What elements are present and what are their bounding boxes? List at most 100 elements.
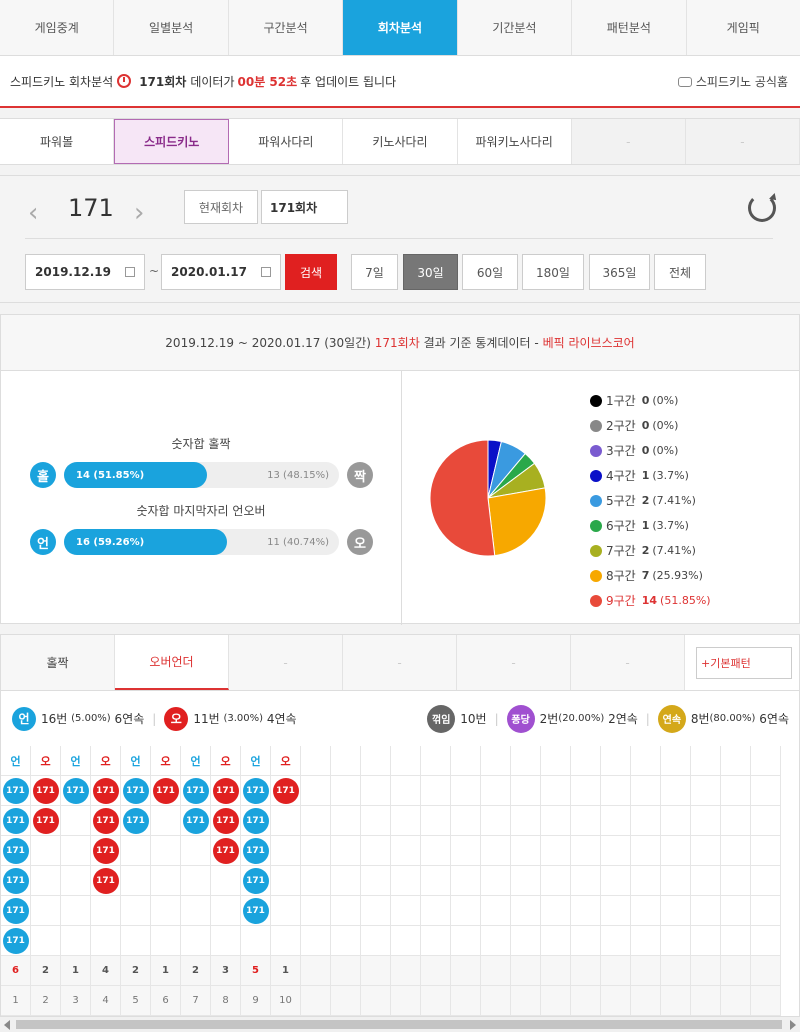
top-nav: 게임중계 일별분석 구간분석 회차분석 기간분석 패턴분석 게임픽 <box>0 0 800 56</box>
grid-cell <box>451 896 481 926</box>
grid-cell: 4 <box>91 986 121 1016</box>
period-button-5[interactable]: 365일 <box>589 254 650 290</box>
grid-cell <box>61 866 91 896</box>
pattern-tabs: 홀짝 오버언더 - - - - <box>1 635 799 691</box>
game-tab-6[interactable]: - <box>571 119 686 164</box>
basic-pattern-button[interactable]: +기본패턴 <box>696 647 792 679</box>
calendar-icon <box>260 267 271 277</box>
legend-value: 14 <box>641 594 658 607</box>
period-button-4[interactable]: 180일 <box>522 254 584 290</box>
info-round: 171회차 <box>139 74 187 89</box>
tab-5[interactable]: 기간분석 <box>457 0 573 55</box>
grid-cell <box>661 956 691 986</box>
grid-cell <box>301 836 331 866</box>
period-button-3[interactable]: 60일 <box>462 254 518 290</box>
grid-cell <box>421 986 451 1016</box>
pong-summary-count: 2번 <box>539 712 559 726</box>
grid-cell: 171 <box>1 806 31 836</box>
scrollbar-thumb[interactable] <box>16 1020 782 1029</box>
date-from-input[interactable]: 2019.12.19 <box>25 254 145 290</box>
game-tab-1[interactable]: 파워볼 <box>0 119 115 164</box>
tab-4[interactable]: 회차분석 <box>343 0 458 55</box>
tab-1[interactable]: 게임중계 <box>0 0 115 55</box>
grid-cell <box>391 836 421 866</box>
search-button[interactable]: 검색 <box>285 254 337 290</box>
tab-2[interactable]: 일별분석 <box>114 0 229 55</box>
info-mid: 데이터가 <box>190 74 235 89</box>
next-round-button[interactable]: › <box>134 198 144 228</box>
prev-round-button[interactable]: ‹ <box>28 198 38 228</box>
grid-cell: 171 <box>91 836 121 866</box>
grid-cell <box>301 956 331 986</box>
column-header: 오 <box>100 754 111 768</box>
stats-source-link[interactable]: 베픽 라이브스코어 <box>543 334 635 351</box>
legend-value: 2 <box>641 544 650 557</box>
grid-cell <box>151 806 181 836</box>
official-home-link[interactable]: 스피드키노 공식홈 <box>677 73 788 90</box>
tab-6[interactable]: 패턴분석 <box>572 0 687 55</box>
date-to-input[interactable]: 2020.01.17 <box>161 254 281 290</box>
pattern-tab-5[interactable]: - <box>457 635 571 690</box>
period-button-2[interactable]: 30일 <box>403 254 458 290</box>
grid-cell <box>721 776 751 806</box>
grid-cell <box>61 896 91 926</box>
grid-cell: 171 <box>211 836 241 866</box>
odd-icon: 홀 <box>30 462 56 488</box>
game-tab-3[interactable]: 파워사다리 <box>229 119 344 164</box>
grid-cell <box>691 926 721 956</box>
game-tab-4[interactable]: 키노사다리 <box>343 119 458 164</box>
tab-3[interactable]: 구간분석 <box>228 0 344 55</box>
stats-header: 2019.12.19 ~ 2020.01.17 (30일간) 171회차 결과 … <box>1 315 799 371</box>
pattern-tab-4[interactable]: - <box>343 635 457 690</box>
grid-cell <box>451 836 481 866</box>
grid-cell <box>181 926 211 956</box>
column-count: 2 <box>132 965 139 976</box>
pattern-tab-1[interactable]: 홀짝 <box>1 635 115 690</box>
grid-cell <box>751 746 781 776</box>
column-header: 언 <box>10 754 21 768</box>
grid-cell <box>691 896 721 926</box>
grid-cell <box>661 746 691 776</box>
grid-cell <box>691 776 721 806</box>
grid-cell: 6 <box>151 986 181 1016</box>
game-tab-2[interactable]: 스피드키노 <box>114 119 230 164</box>
grid-cell: 언 <box>181 746 211 776</box>
tab-7[interactable]: 게임픽 <box>686 0 800 55</box>
pattern-tab-3[interactable]: - <box>229 635 343 690</box>
legend-value: 0 <box>641 444 650 457</box>
grid-cell: 1 <box>271 956 301 986</box>
result-ball: 171 <box>2 837 29 864</box>
grid-cell: 2 <box>31 986 61 1016</box>
break-summary-count: 10번 <box>460 712 487 726</box>
grid-cell <box>661 986 691 1016</box>
pattern-tab-6[interactable]: - <box>571 635 685 690</box>
scroll-left-icon[interactable] <box>4 1020 10 1030</box>
grid-cell: 171 <box>31 776 61 806</box>
grid-cell: 171 <box>181 806 211 836</box>
game-tab-5[interactable]: 파워키노사다리 <box>458 119 572 164</box>
period-button-1[interactable]: 7일 <box>351 254 398 290</box>
refresh-icon[interactable] <box>748 194 776 222</box>
round-input[interactable]: 171회차 <box>261 190 348 224</box>
game-tab-7[interactable]: - <box>685 119 800 164</box>
current-round-button[interactable]: 현재회차 <box>184 190 258 224</box>
grid-cell: 171 <box>181 776 211 806</box>
cont-summary-count: 8번 <box>690 712 710 726</box>
column-index: 7 <box>192 995 199 1006</box>
pattern-tab-2[interactable]: 오버언더 <box>115 635 229 690</box>
legend-value: 7 <box>641 569 650 582</box>
grid-cell <box>751 926 781 956</box>
grid-cell <box>631 986 661 1016</box>
period-button-6[interactable]: 전체 <box>654 254 706 290</box>
column-count: 1 <box>282 965 289 976</box>
scroll-right-icon[interactable] <box>790 1020 796 1030</box>
result-ball: 171 <box>2 927 29 954</box>
grid-cell: 171 <box>91 776 121 806</box>
legend-pct: (3.7%) <box>652 469 689 482</box>
grid-cell <box>361 896 391 926</box>
horizontal-scrollbar[interactable] <box>0 1016 800 1032</box>
grid-cell <box>451 806 481 836</box>
legend-label: 6구간 <box>606 519 636 533</box>
column-header: 언 <box>70 754 81 768</box>
grid-cell <box>481 746 511 776</box>
